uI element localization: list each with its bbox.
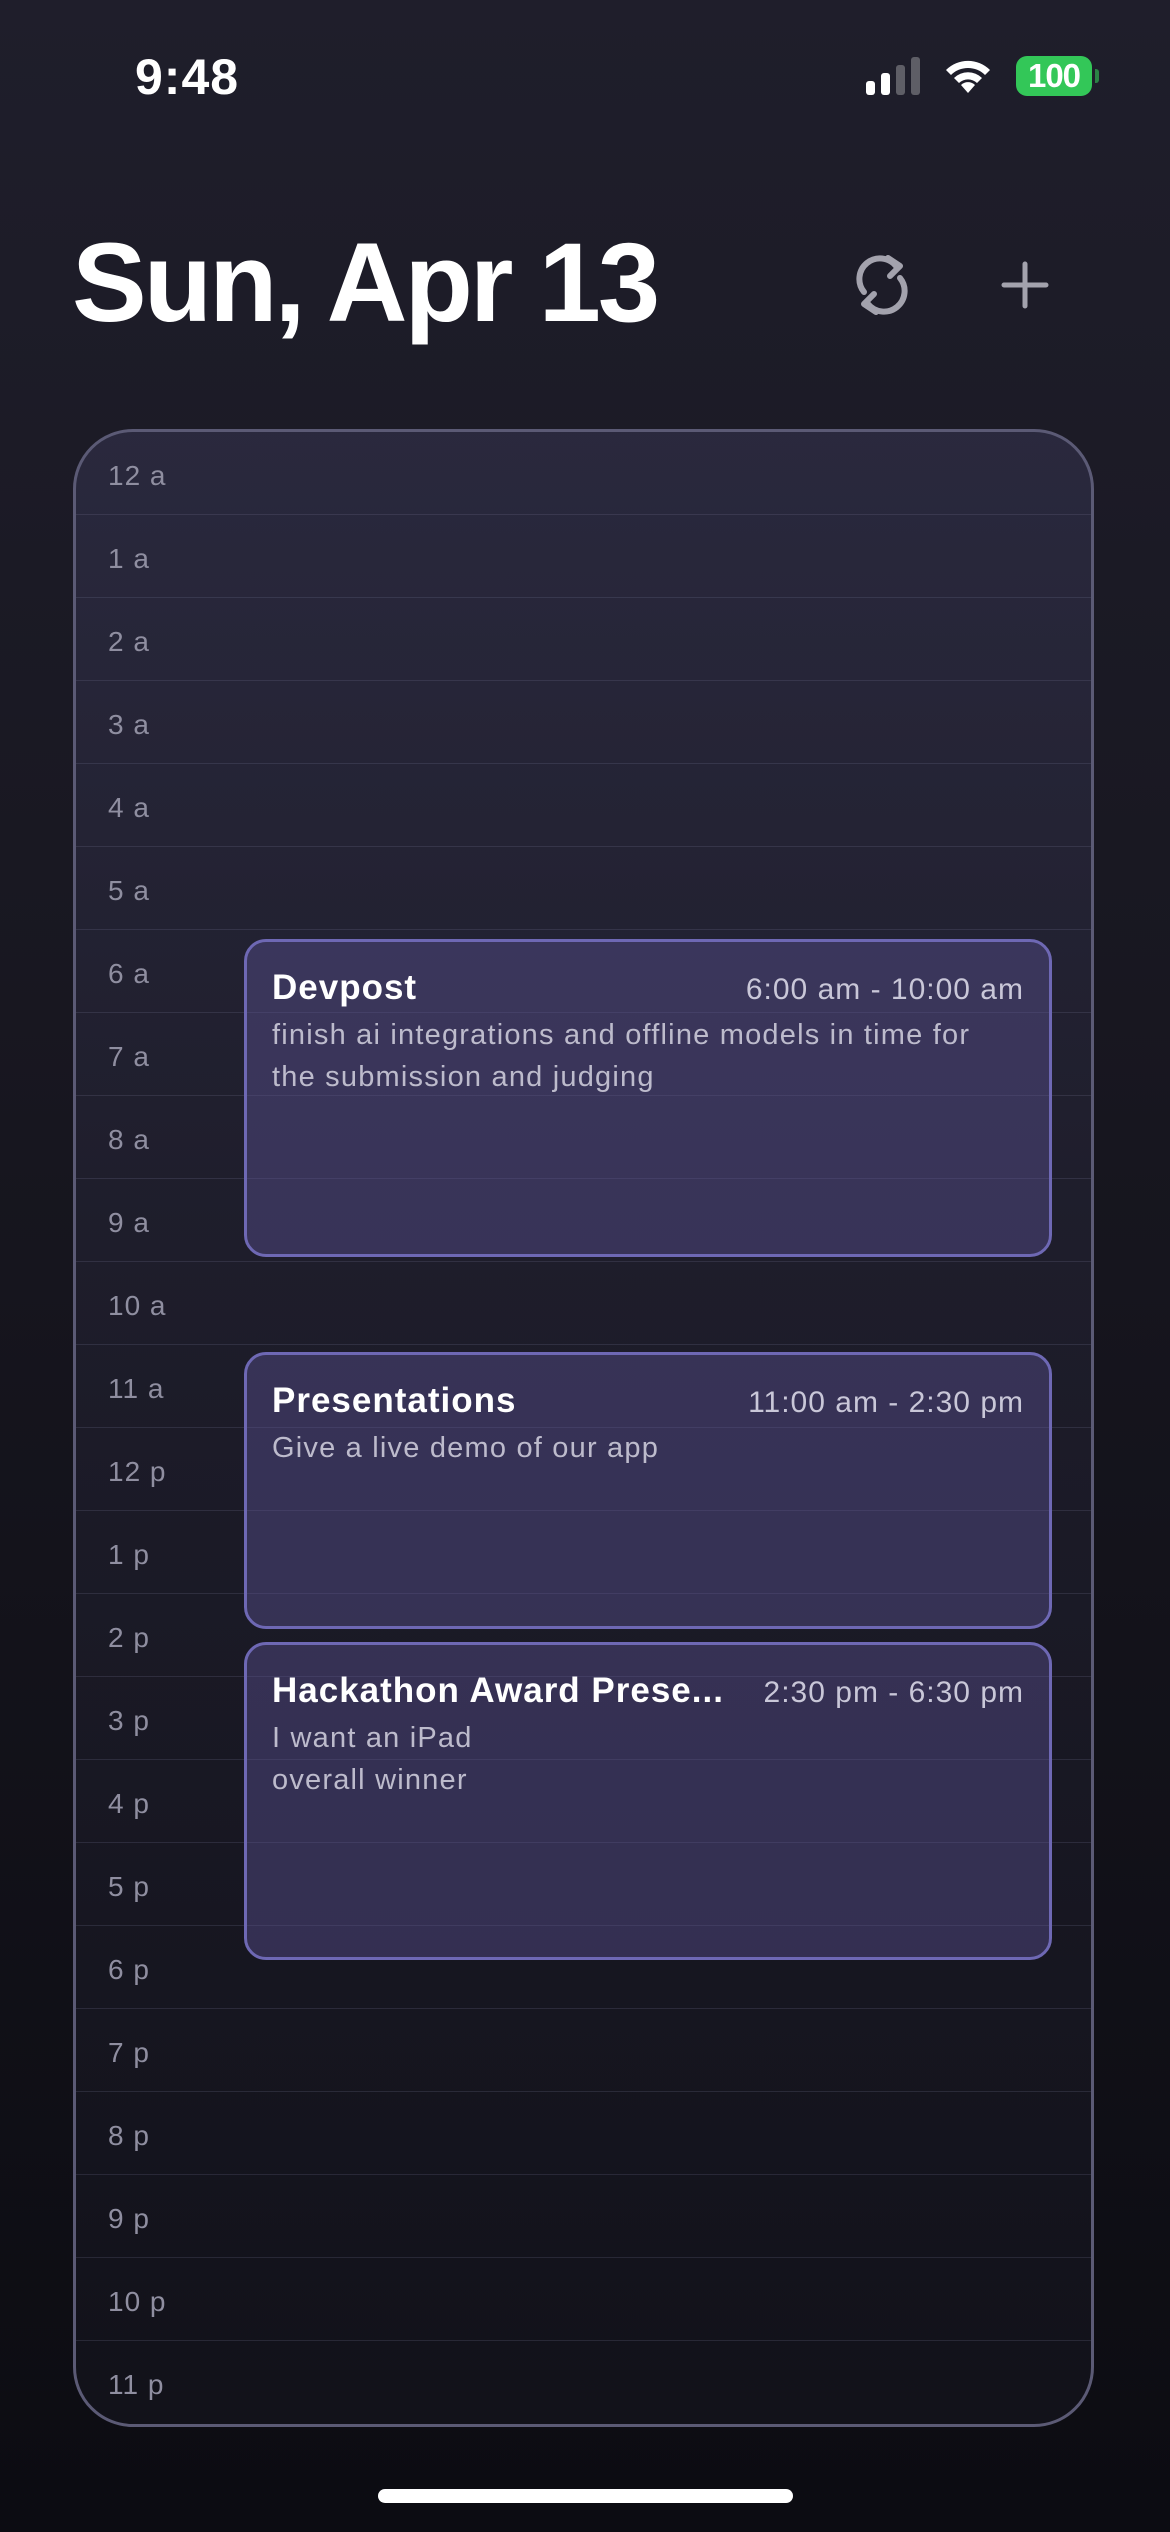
hour-label: 6 p [108,1954,150,1985]
hour-label: 8 a [108,1124,150,1155]
hour-label: 11 a [108,1373,165,1404]
event-description-line: overall winner [272,1764,468,1796]
hour-label: 12 p [108,1456,167,1487]
hour-label: 4 p [108,1788,150,1819]
add-event-button[interactable] [985,245,1065,325]
event-title: Presentations [272,1381,517,1420]
event-card-hackathon-award[interactable]: Hackathon Award Prese... 2:30 pm - 6:30 … [244,1642,1052,1960]
cellular-signal-icon [866,57,920,95]
event-card-devpost[interactable]: Devpost 6:00 am - 10:00 am finish ai int… [244,939,1052,1257]
status-icons: 100 [866,56,1099,96]
home-indicator[interactable] [378,2489,793,2503]
event-title: Hackathon Award Prese... [272,1671,724,1710]
hour-label: 2 p [108,1622,150,1653]
hour-row: 9 p [76,2175,1091,2258]
hour-label: 3 p [108,1705,150,1736]
day-timeline[interactable]: 12 a 1 a 2 a 3 a 4 a 5 a 6 a 7 a 8 a 9 a… [73,429,1094,2427]
event-time: 6:00 am - 10:00 am [745,973,1024,1006]
hour-row: 11 p [76,2341,1091,2424]
hour-label: 5 p [108,1871,150,1902]
event-description: I want an iPad overall winner [272,1717,1024,1801]
hour-label: 9 a [108,1207,150,1238]
status-time: 9:48 [135,49,240,105]
hour-label: 6 a [108,958,150,989]
hour-label: 1 a [108,543,150,574]
hour-label: 7 p [108,2037,150,2068]
hour-label: 4 a [108,792,150,823]
page-title: Sun, Apr 13 [72,220,660,345]
hour-label: 3 a [108,709,150,740]
hour-label: 7 a [108,1041,150,1072]
wifi-icon [946,60,990,93]
hour-label: 10 p [108,2286,167,2317]
event-description-line: finish ai integrations and offline model… [272,1019,971,1051]
hour-row: 10 a [76,1262,1091,1345]
plus-icon [1001,261,1049,309]
hour-label: 8 p [108,2120,150,2151]
event-time: 2:30 pm - 6:30 pm [763,1676,1024,1709]
hour-row: 1 a [76,515,1091,598]
hour-label: 2 a [108,626,150,657]
event-description: finish ai integrations and offline model… [272,1014,1024,1098]
refresh-icon [856,255,908,315]
event-description-line: the submission and judging [272,1061,655,1093]
hour-row: 7 p [76,2009,1091,2092]
hour-label: 1 p [108,1539,150,1570]
hour-label: 9 p [108,2203,150,2234]
hour-row: 2 a [76,598,1091,681]
hour-row: 5 a [76,847,1091,930]
hour-label: 5 a [108,875,150,906]
event-description-line: I want an iPad [272,1722,473,1754]
hour-row: 10 p [76,2258,1091,2341]
hour-label: 10 a [108,1290,167,1321]
event-title: Devpost [272,968,418,1007]
battery-icon: 100 [1016,56,1099,96]
hour-label: 11 p [108,2369,165,2400]
hour-row: 8 p [76,2092,1091,2175]
hour-row: 3 a [76,681,1091,764]
event-time: 11:00 am - 2:30 pm [748,1386,1024,1419]
hour-row: 4 a [76,764,1091,847]
hour-row: 12 a [76,432,1091,515]
event-card-presentations[interactable]: Presentations 11:00 am - 2:30 pm Give a … [244,1352,1052,1629]
hour-label: 12 a [108,460,167,491]
refresh-button[interactable] [842,245,922,325]
event-description: Give a live demo of our app [272,1427,1024,1469]
event-description-line: Give a live demo of our app [272,1432,660,1464]
